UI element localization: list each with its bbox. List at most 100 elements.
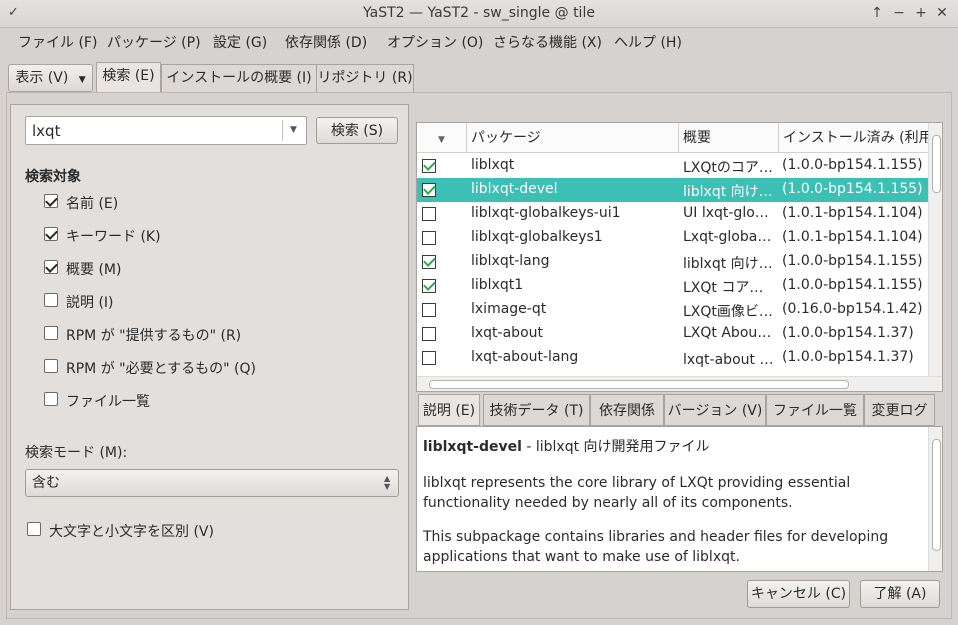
table-row[interactable]: lxqt-about-lang lxqt-about の翻訳 (1.0.0-bp… xyxy=(417,346,928,370)
package-summary: - liblxqt 向け開発用ファイル xyxy=(521,439,710,455)
row-checkbox[interactable] xyxy=(422,231,436,245)
sort-arrow-icon: ▼ xyxy=(438,135,445,145)
target-provides-label[interactable]: RPM が "提供するもの" (R) xyxy=(66,325,241,345)
menu-file[interactable]: ファイル (F) xyxy=(18,32,97,52)
case-sensitive-label[interactable]: 大文字と小文字を区別 (V) xyxy=(49,521,214,541)
search-combo[interactable]: lxqt ▼ xyxy=(25,116,307,145)
search-button[interactable]: 検索 (S) xyxy=(316,117,398,144)
row-version: (0.16.0-bp154.1.42) xyxy=(782,301,923,317)
view-dropdown[interactable]: 表示 (V) ▼ xyxy=(8,64,93,92)
row-checkbox[interactable] xyxy=(422,351,436,365)
row-version: (1.0.0-bp154.1.155) xyxy=(782,253,923,269)
target-keyword-label[interactable]: キーワード (K) xyxy=(66,226,161,246)
table-row[interactable]: liblxqt-globalkeys-ui1 UI lxqt-globalkey… xyxy=(417,202,928,226)
row-checkbox[interactable] xyxy=(422,159,436,173)
table-horizontal-scrollbar[interactable] xyxy=(417,376,942,391)
column-status-header[interactable]: ▼ xyxy=(417,123,467,153)
table-row[interactable]: liblxqt1 LXQt コアライブラリ (1.0.0-bp154.1.155… xyxy=(417,274,928,298)
column-package-header[interactable]: パッケージ xyxy=(467,123,679,153)
row-summary: LXQt About dialog xyxy=(683,325,775,341)
table-row[interactable]: liblxqt-globalkeys1 Lxqt-globalkeys (1.0… xyxy=(417,226,928,250)
search-mode-label: 検索モード (M): xyxy=(25,445,128,461)
menu-settings[interactable]: 設定 (G) xyxy=(213,32,267,52)
ok-button[interactable]: 了解 (A) xyxy=(860,580,940,608)
row-version: (1.0.1-bp154.1.104) xyxy=(782,205,923,221)
chevron-down-icon[interactable]: ▼ xyxy=(290,125,297,135)
close-icon[interactable]: ✕ xyxy=(933,4,951,22)
scrollbar-thumb[interactable] xyxy=(932,439,941,551)
row-checkbox[interactable] xyxy=(422,327,436,341)
menu-options[interactable]: オプション (O) xyxy=(387,32,483,52)
description-panel: liblxqt-devel - liblxqt 向け開発用ファイル liblxq… xyxy=(416,426,943,572)
target-name-label[interactable]: 名前 (E) xyxy=(66,193,118,213)
row-version: (1.0.0-bp154.1.37) xyxy=(782,349,914,365)
row-checkbox[interactable] xyxy=(422,207,436,221)
row-summary: LXQt コアライブラリ xyxy=(683,280,775,296)
tab-changelog[interactable]: 変更ログ xyxy=(864,394,935,426)
target-description-label[interactable]: 説明 (I) xyxy=(66,292,114,312)
row-version: (1.0.0-bp154.1.155) xyxy=(782,181,923,197)
row-package-name: liblxqt-lang xyxy=(471,253,550,269)
description-paragraph-2: This subpackage contains libraries and h… xyxy=(423,529,889,565)
table-row[interactable]: lximage-qt LXQt画像ビューア (0.16.0-bp154.1.42… xyxy=(417,298,928,322)
menu-package[interactable]: パッケージ (P) xyxy=(107,32,201,52)
row-summary: liblxqt 向けの翻訳 xyxy=(683,256,775,272)
tab-repositories[interactable]: リポジトリ (R) xyxy=(316,64,414,92)
keep-above-icon[interactable]: ↑ xyxy=(868,4,886,22)
tab-description[interactable]: 説明 (E) xyxy=(418,394,480,426)
table-row[interactable]: liblxqt LXQtのコアライブラリ (1.0.0-bp154.1.155) xyxy=(417,154,928,178)
row-version: (1.0.0-bp154.1.155) xyxy=(782,277,923,293)
row-summary: liblxqt 向け開発用ファイル xyxy=(683,184,775,200)
search-mode-select[interactable]: 含む ▲ ▼ xyxy=(25,469,399,497)
search-input[interactable]: lxqt xyxy=(32,122,60,140)
tab-versions[interactable]: バージョン (V) xyxy=(664,394,766,426)
tab-technical-data[interactable]: 技術データ (T) xyxy=(483,394,590,426)
target-filelist-checkbox[interactable] xyxy=(44,392,58,406)
description-title-line: liblxqt-devel - liblxqt 向け開発用ファイル xyxy=(423,437,913,457)
row-package-name: lxqt-about-lang xyxy=(471,349,579,365)
target-filelist-label[interactable]: ファイル一覧 xyxy=(66,391,150,411)
tab-dependencies[interactable]: 依存関係 xyxy=(590,394,664,426)
updown-arrows-icon: ▲ ▼ xyxy=(384,474,391,491)
row-checkbox[interactable] xyxy=(422,303,436,317)
case-sensitive-checkbox[interactable] xyxy=(27,522,41,536)
scrollbar-thumb[interactable] xyxy=(429,380,849,389)
table-row[interactable]: lxqt-about LXQt About dialog (1.0.0-bp15… xyxy=(417,322,928,346)
menu-dependencies[interactable]: 依存関係 (D) xyxy=(285,32,367,52)
row-package-name: liblxqt xyxy=(471,157,515,173)
package-name: liblxqt-devel xyxy=(423,439,522,455)
description-vertical-scrollbar[interactable] xyxy=(928,427,942,571)
target-requires-label[interactable]: RPM が "必要とするもの" (Q) xyxy=(66,358,256,378)
target-summary-checkbox[interactable] xyxy=(44,260,58,274)
scrollbar-thumb[interactable] xyxy=(932,135,941,193)
table-row[interactable]: liblxqt-lang liblxqt 向けの翻訳 (1.0.0-bp154.… xyxy=(417,250,928,274)
cancel-button[interactable]: キャンセル (C) xyxy=(747,580,850,608)
column-installed-header[interactable]: インストール済み (利用 xyxy=(779,123,929,153)
row-package-name: liblxqt1 xyxy=(471,277,524,293)
column-summary-header[interactable]: 概要 xyxy=(679,123,779,153)
menu-help[interactable]: ヘルプ (H) xyxy=(614,32,682,52)
row-package-name: liblxqt-globalkeys1 xyxy=(471,229,603,245)
menu-extras[interactable]: さらなる機能 (X) xyxy=(493,32,602,52)
search-mode-value: 含む xyxy=(32,475,60,491)
target-summary-label[interactable]: 概要 (M) xyxy=(66,259,121,279)
row-package-name: lxqt-about xyxy=(471,325,543,341)
table-row-selected[interactable]: liblxqt-devel liblxqt 向け開発用ファイル (1.0.0-b… xyxy=(417,178,928,202)
minimize-icon[interactable]: − xyxy=(890,4,908,22)
target-provides-checkbox[interactable] xyxy=(44,326,58,340)
table-vertical-scrollbar[interactable] xyxy=(928,123,942,377)
row-summary: Lxqt-globalkeys xyxy=(683,229,775,245)
description-text: liblxqt-devel - liblxqt 向け開発用ファイル liblxq… xyxy=(423,437,913,567)
maximize-icon[interactable]: + xyxy=(912,4,930,22)
row-checkbox[interactable] xyxy=(422,279,436,293)
target-name-checkbox[interactable] xyxy=(44,194,58,208)
tab-install-summary[interactable]: インストールの概要 (I) xyxy=(161,64,317,92)
row-checkbox[interactable] xyxy=(422,183,436,197)
target-requires-checkbox[interactable] xyxy=(44,359,58,373)
row-summary: UI lxqt-globalkeys xyxy=(683,205,775,221)
tab-file-list[interactable]: ファイル一覧 xyxy=(766,394,864,426)
tab-search[interactable]: 検索 (E) xyxy=(96,62,161,92)
row-checkbox[interactable] xyxy=(422,255,436,269)
target-description-checkbox[interactable] xyxy=(44,293,58,307)
target-keyword-checkbox[interactable] xyxy=(44,227,58,241)
